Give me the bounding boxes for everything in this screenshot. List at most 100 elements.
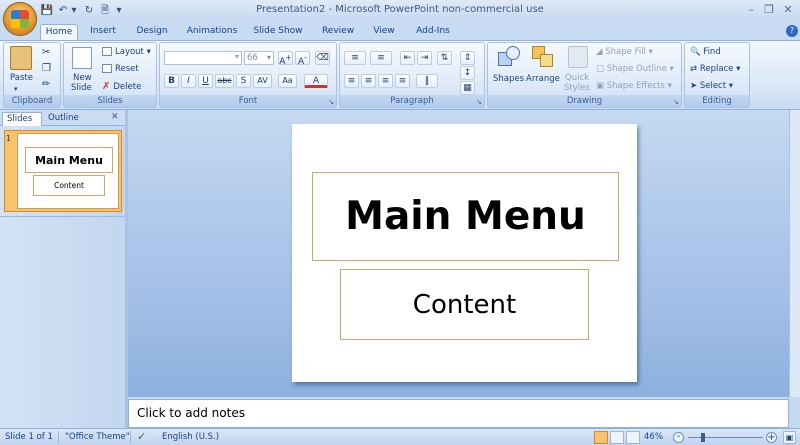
notes-placeholder[interactable]: Click to add notes (137, 406, 245, 420)
ribbon-tab-row (0, 22, 800, 40)
cut-icon[interactable]: ✂ (42, 47, 50, 58)
slide-number: 1 (6, 134, 12, 143)
content-placeholder[interactable]: Content (340, 269, 589, 340)
notes-pane[interactable]: Click to add notes (128, 399, 789, 428)
bullets-icon[interactable]: ≡ (344, 51, 366, 65)
tab-home[interactable]: Home (40, 24, 78, 40)
shape-outline-button[interactable]: ▢ Shape Outline ▾ (596, 64, 674, 74)
shrink-font-icon[interactable]: A- (295, 51, 310, 67)
tab-slides[interactable]: Slides (2, 112, 42, 126)
shape-effects-icon: ▣ (596, 81, 605, 91)
zoom-slider-thumb[interactable] (701, 433, 705, 442)
align-left-icon[interactable]: ≡ (344, 74, 359, 88)
format-painter-icon[interactable]: ✏ (42, 79, 50, 90)
align-text-icon[interactable]: ↕ (460, 66, 475, 80)
numbering-icon[interactable]: ≡ (370, 51, 392, 65)
tab-insert[interactable]: Insert (86, 24, 120, 40)
shapes-button[interactable]: Shapes (493, 74, 524, 84)
find-button[interactable]: 🔍 Find (690, 47, 721, 57)
shape-fill-icon: ◢ (596, 47, 603, 57)
fit-slide-icon[interactable]: ▣ (783, 431, 796, 444)
tab-design[interactable]: Design (132, 24, 172, 40)
tab-outline[interactable]: Outline (44, 112, 84, 126)
spell-check-icon[interactable]: ✓ (137, 430, 146, 443)
close-icon[interactable]: ✕ (781, 3, 795, 17)
title-placeholder[interactable]: Main Menu (312, 172, 619, 261)
layout-button[interactable]: Layout ▾ (102, 47, 151, 57)
zoom-slider-track[interactable] (688, 437, 763, 438)
slide-sorter-icon[interactable] (610, 431, 624, 444)
align-center-icon[interactable]: ≡ (361, 74, 376, 88)
paragraph-dialog-launcher-icon[interactable]: ↘ (476, 98, 482, 106)
maximize-icon[interactable]: ❐ (762, 3, 776, 17)
paste-button[interactable]: Paste (10, 73, 33, 83)
thumbnail-title: Main Menu (25, 147, 113, 173)
shadow-icon[interactable]: S (236, 74, 251, 88)
delete-button[interactable]: ✗ Delete (102, 81, 141, 92)
columns-icon[interactable]: ‖ (416, 74, 438, 88)
replace-icon: ⇄ (690, 64, 698, 74)
tab-add-ins[interactable]: Add-Ins (411, 24, 455, 40)
bold-icon[interactable]: B (164, 74, 179, 88)
new-slide-icon[interactable] (72, 47, 92, 69)
zoom-in-icon[interactable]: + (766, 432, 777, 443)
convert-smartart-icon[interactable]: ▦ (460, 81, 475, 95)
replace-button[interactable]: ⇄ Replace ▾ (690, 64, 740, 74)
slide-thumbnail[interactable]: Main Menu Content (17, 133, 119, 209)
help-icon[interactable]: ? (786, 25, 798, 37)
font-color-icon[interactable]: A (304, 74, 328, 88)
new-slide-label-1[interactable]: New (73, 73, 92, 83)
font-dialog-launcher-icon[interactable]: ↘ (328, 98, 334, 106)
editing-group: 🔍 Find ⇄ Replace ▾ ➤ Select ▾ Editing (684, 42, 750, 108)
normal-view-icon[interactable] (594, 431, 608, 444)
change-case-icon[interactable]: Aa (278, 74, 297, 88)
zoom-out-icon[interactable]: - (673, 432, 684, 443)
font-size-dropdown[interactable]: 66 ▾ (244, 51, 274, 65)
quick-styles-icon[interactable] (568, 46, 588, 68)
new-slide-button[interactable]: Slide (71, 83, 92, 93)
font-name-dropdown[interactable]: ▾ (164, 51, 242, 65)
pane-close-icon[interactable]: ✕ (111, 112, 119, 122)
decrease-indent-icon[interactable]: ⇤ (400, 51, 415, 65)
reset-button[interactable]: Reset (102, 64, 139, 74)
slide-canvas[interactable]: Main Menu Content (292, 124, 637, 382)
arrange-icon[interactable] (532, 46, 554, 68)
zoom-level[interactable]: 46% (644, 432, 663, 442)
arrange-button[interactable]: Arrange (526, 74, 560, 84)
increase-indent-icon[interactable]: ⇥ (417, 51, 432, 65)
shape-fill-button[interactable]: ◢ Shape Fill ▾ (596, 47, 653, 57)
status-separator (58, 431, 59, 444)
drawing-dialog-launcher-icon[interactable]: ↘ (673, 98, 679, 106)
justify-icon[interactable]: ≡ (395, 74, 410, 88)
minimize-icon[interactable]: – (744, 3, 758, 17)
slide-show-icon[interactable] (626, 431, 640, 444)
quick-styles-label-1[interactable]: Quick (565, 73, 589, 83)
find-label: Find (703, 47, 721, 57)
copy-icon[interactable]: ❐ (42, 63, 51, 74)
clear-formatting-icon[interactable]: ⌫ (315, 51, 330, 65)
strikethrough-icon[interactable]: abc (215, 74, 234, 88)
select-button[interactable]: ➤ Select ▾ (690, 81, 733, 91)
language[interactable]: English (U.S.) (162, 432, 219, 442)
tab-slide-show[interactable]: Slide Show (250, 24, 306, 40)
shape-effects-button[interactable]: ▣ Shape Effects ▾ (596, 81, 672, 91)
quick-styles-button[interactable]: Styles (564, 83, 590, 93)
tab-animations[interactable]: Animations (184, 24, 240, 40)
vertical-scrollbar[interactable] (789, 110, 800, 397)
font-size-value: 66 (247, 53, 258, 63)
text-direction-icon[interactable]: ⇕ (460, 51, 475, 65)
shapes-icon[interactable] (498, 46, 520, 68)
underline-icon[interactable]: U (198, 74, 213, 88)
grow-font-icon[interactable]: A+ (278, 51, 293, 67)
paste-icon[interactable] (10, 46, 32, 70)
character-spacing-icon[interactable]: AV (253, 74, 272, 88)
paste-dropdown-icon[interactable]: ▾ (14, 85, 18, 93)
slides-group: New Slide Layout ▾ Reset ✗ Delete Slides (63, 42, 157, 108)
line-spacing-icon[interactable]: ⇅ (437, 51, 452, 65)
tab-review[interactable]: Review (318, 24, 358, 40)
italic-icon[interactable]: I (181, 74, 196, 88)
office-button[interactable] (3, 2, 37, 36)
align-right-icon[interactable]: ≡ (378, 74, 393, 88)
tab-view[interactable]: View (368, 24, 400, 40)
select-label: Select (699, 81, 727, 91)
